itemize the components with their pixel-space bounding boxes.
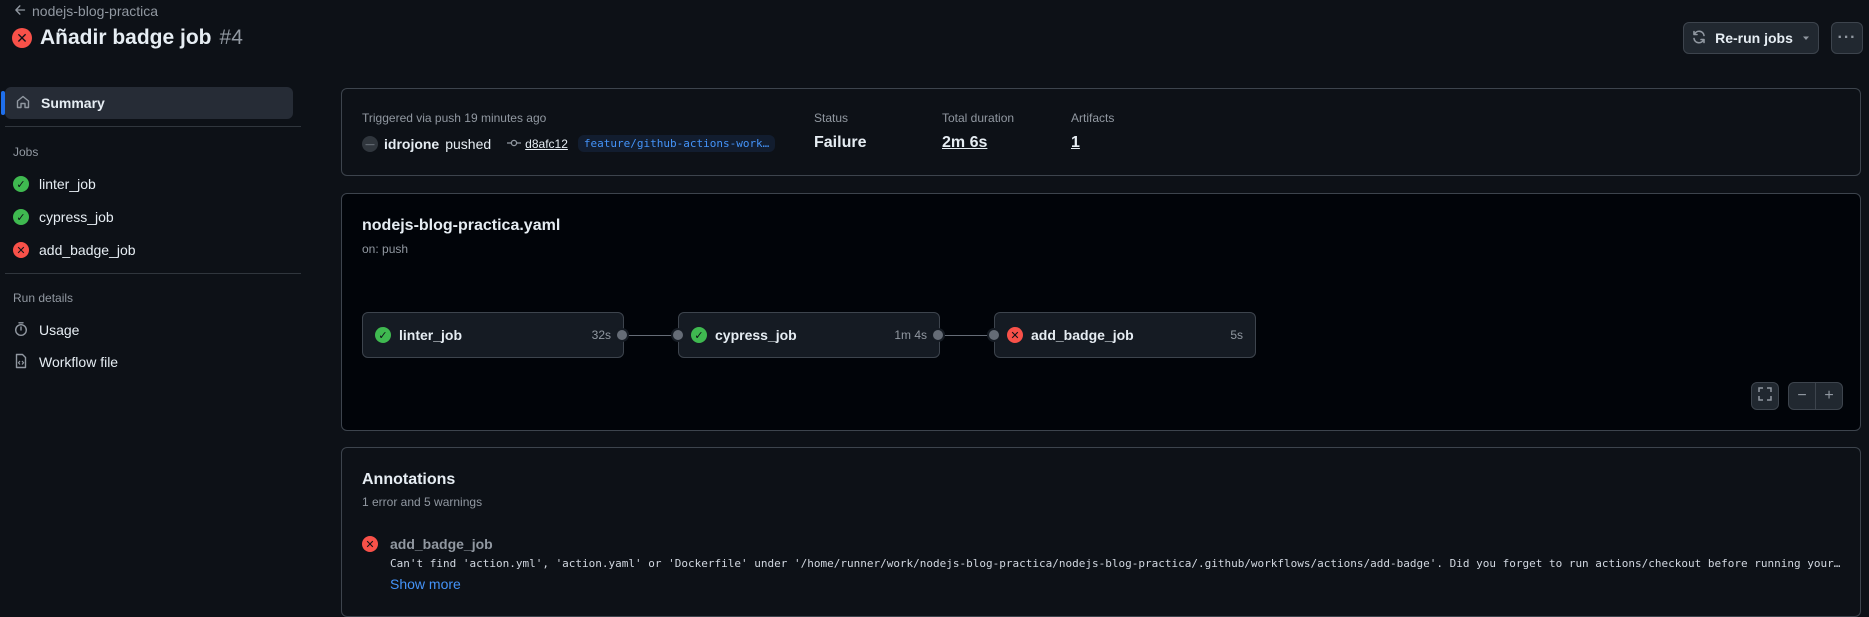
screen-full-icon (1758, 386, 1772, 406)
graph-node-handle (931, 328, 945, 342)
file-code-icon (13, 353, 29, 372)
sync-icon (1691, 29, 1707, 48)
sidebar-item-label: add_badge_job (39, 242, 136, 258)
job-duration: 5s (1230, 328, 1243, 342)
show-more-link[interactable]: Show more (390, 576, 461, 592)
duration-label: Total duration (942, 111, 1015, 125)
back-link-label: nodejs-blog-practica (32, 3, 159, 19)
run-number: #4 (219, 26, 243, 49)
check-circle-icon: ✓ (375, 327, 391, 343)
job-duration: 1m 4s (894, 328, 927, 342)
commit-link[interactable]: d8afc12 (507, 137, 568, 151)
plus-icon: + (1824, 387, 1834, 404)
graph-connector (622, 335, 678, 336)
divider (5, 273, 301, 274)
status-label: Status (814, 111, 849, 125)
branch-label[interactable]: feature/github-actions-work… (577, 135, 776, 152)
job-name: cypress_job (715, 327, 797, 343)
graph-node-handle (615, 328, 629, 342)
dash-icon: − (1797, 387, 1807, 404)
stopwatch-icon (13, 321, 29, 340)
page-title-row: ✕ Añadir badge job #4 (12, 26, 243, 50)
push-info: — idrojone pushed d8afc12 feature/github… (362, 135, 776, 152)
sidebar-item-summary[interactable]: Summary (1, 87, 293, 119)
status-value: Failure (814, 134, 867, 151)
sidebar-item-workflow-file[interactable]: Workflow file (13, 352, 118, 372)
sidebar-item-label: Workflow file (39, 354, 119, 370)
sidebar-item-label: cypress_job (39, 209, 114, 225)
commit-sha: d8afc12 (525, 136, 568, 151)
arrow-left-icon (14, 3, 26, 19)
fullscreen-button[interactable] (1751, 382, 1779, 410)
artifacts-label: Artifacts (1071, 111, 1115, 125)
zoom-in-button[interactable]: + (1815, 382, 1843, 410)
graph-job-add-badge[interactable]: ✕ add_badge_job 5s (994, 312, 1256, 358)
job-name: add_badge_job (1031, 327, 1134, 343)
workflow-file-name[interactable]: nodejs-blog-practica.yaml (362, 217, 560, 235)
check-circle-icon: ✓ (13, 176, 29, 192)
avatar[interactable]: — (362, 135, 378, 152)
zoom-out-button[interactable]: − (1788, 382, 1816, 410)
home-icon (15, 94, 31, 113)
annotation-job-link[interactable]: add_badge_job (390, 536, 493, 552)
graph-job-linter[interactable]: ✓ linter_job 32s (362, 312, 624, 358)
rerun-jobs-label: Re-run jobs (1715, 30, 1793, 46)
rerun-jobs-button[interactable]: Re-run jobs (1683, 22, 1819, 54)
graph-connector (938, 335, 994, 336)
run-summary-panel (341, 88, 1861, 176)
sidebar-item-usage[interactable]: Usage (13, 320, 79, 340)
more-options-button[interactable]: ··· (1831, 22, 1863, 54)
divider (5, 126, 301, 127)
workflow-trigger: on: push (362, 242, 409, 256)
annotations-subtitle: 1 error and 5 warnings (362, 495, 483, 509)
x-circle-icon: ✕ (362, 536, 378, 552)
push-action-text: pushed (445, 135, 492, 152)
sidebar-item-add-badge-job[interactable]: ✕ add_badge_job (13, 240, 136, 260)
annotations-heading: Annotations (362, 471, 456, 488)
artifacts-link[interactable]: 1 (1071, 134, 1080, 152)
check-circle-icon: ✓ (691, 327, 707, 343)
check-circle-icon: ✓ (13, 209, 29, 225)
triangle-down-icon (1801, 30, 1811, 46)
x-circle-icon: ✕ (12, 28, 32, 48)
kebab-horizontal-icon: ··· (1837, 29, 1857, 46)
job-duration: 32s (591, 328, 611, 342)
duration-link[interactable]: 2m 6s (942, 134, 987, 152)
x-circle-icon: ✕ (13, 242, 29, 258)
trigger-text: Triggered via push 19 minutes ago (362, 111, 547, 125)
annotations-panel (341, 447, 1861, 617)
graph-job-cypress[interactable]: ✓ cypress_job 1m 4s (678, 312, 940, 358)
annotation-message: Can't find 'action.yml', 'action.yaml' o… (390, 557, 1845, 570)
graph-node-handle (987, 328, 1001, 342)
sidebar-item-label: Usage (39, 322, 80, 338)
git-commit-icon (507, 137, 522, 151)
graph-node-handle (671, 328, 685, 342)
annotation-item: ✕ add_badge_job (362, 536, 493, 552)
sidebar-item-label: Summary (41, 95, 105, 111)
x-circle-icon: ✕ (1007, 327, 1023, 343)
run-details-heading: Run details (13, 291, 74, 305)
job-name: linter_job (399, 327, 463, 343)
page-title: Añadir badge job (40, 26, 212, 49)
sidebar-item-linter-job[interactable]: ✓ linter_job (13, 174, 96, 194)
back-link[interactable]: nodejs-blog-practica (14, 2, 158, 20)
user-link[interactable]: idrojone (384, 136, 439, 152)
jobs-heading: Jobs (13, 145, 39, 159)
sidebar-item-cypress-job[interactable]: ✓ cypress_job (13, 207, 114, 227)
sidebar-item-label: linter_job (39, 176, 96, 192)
